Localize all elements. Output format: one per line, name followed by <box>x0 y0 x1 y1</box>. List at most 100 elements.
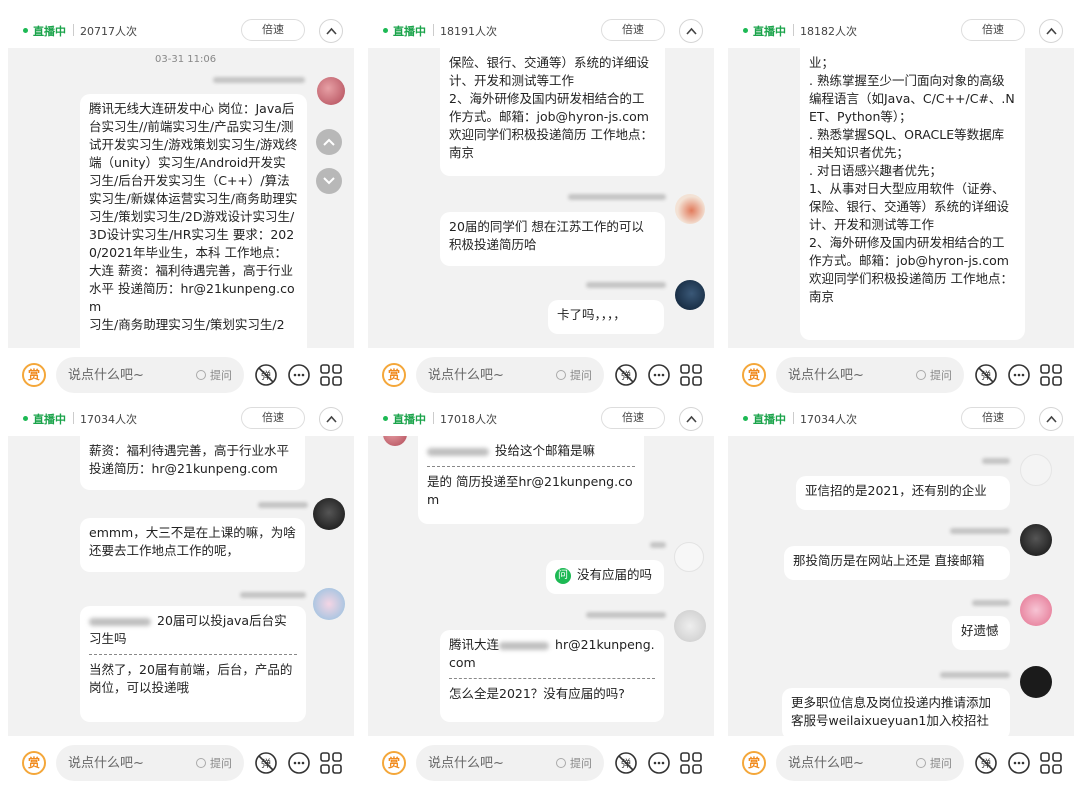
ask-toggle[interactable] <box>556 758 566 768</box>
reward-button[interactable]: 赏 <box>22 751 46 775</box>
speed-button[interactable]: 倍速 <box>601 19 665 41</box>
chat-area[interactable]: 投给这个邮箱是嘛 是的 简历投递至hr@21kunpeng.com 问没有应届的吗… <box>368 436 714 736</box>
avatar[interactable] <box>383 436 407 446</box>
panel-header: 直播中 17034人次 倍速 <box>728 402 1074 436</box>
sender-name-blurred <box>568 194 666 200</box>
chat-message: 20届的同学们 想在江苏工作的可以积极投递简历哈 <box>440 212 665 266</box>
collapse-button[interactable] <box>319 407 343 431</box>
viewer-count: 18191人次 <box>440 25 497 38</box>
divider <box>793 412 794 424</box>
avatar[interactable] <box>313 588 345 620</box>
ask-toggle[interactable] <box>916 370 926 380</box>
danmaku-toggle-icon[interactable]: 弹 <box>974 751 998 775</box>
comment-icon[interactable] <box>647 751 671 775</box>
reward-button[interactable]: 赏 <box>22 363 46 387</box>
live-dot-icon <box>743 28 748 33</box>
live-chat-panel-1: 直播中 20717人次 倍速 03-31 11:06 腾讯无线大连研发中心 岗位… <box>8 14 354 402</box>
grid-menu-icon[interactable] <box>679 363 703 387</box>
danmaku-toggle-icon[interactable]: 弹 <box>974 363 998 387</box>
ask-label: 提问 <box>930 757 952 770</box>
danmaku-toggle-icon[interactable]: 弹 <box>254 751 278 775</box>
danmaku-toggle-icon[interactable]: 弹 <box>614 363 638 387</box>
reward-button[interactable]: 赏 <box>742 751 766 775</box>
speed-button[interactable]: 倍速 <box>961 407 1025 429</box>
scroll-down-button[interactable] <box>316 168 342 194</box>
chevron-up-icon <box>326 27 337 35</box>
danmaku-toggle-icon[interactable]: 弹 <box>614 751 638 775</box>
reward-button[interactable]: 赏 <box>742 363 766 387</box>
quoted-question: 投给这个邮箱是嘛 <box>495 443 596 458</box>
comment-icon[interactable] <box>1007 363 1031 387</box>
input-bar: 赏 提问 弹 <box>728 348 1074 402</box>
ask-label: 提问 <box>570 757 592 770</box>
collapse-button[interactable] <box>679 407 703 431</box>
sender-name-blurred <box>586 282 666 288</box>
ask-toggle[interactable] <box>916 758 926 768</box>
chevron-up-icon <box>323 138 335 146</box>
reward-button[interactable]: 赏 <box>382 363 406 387</box>
live-dot-icon <box>383 416 388 421</box>
panel-header: 直播中 17034人次 倍速 <box>8 402 354 436</box>
ask-toggle[interactable] <box>556 370 566 380</box>
ask-toggle[interactable] <box>196 370 206 380</box>
comment-icon[interactable] <box>287 363 311 387</box>
divider <box>793 24 794 36</box>
scroll-up-button[interactable] <box>316 129 342 155</box>
avatar[interactable] <box>674 610 706 642</box>
chat-area[interactable]: 保险、银行、交通等）系统的详细设计、开发和测试等工作 2、海外研修及国内研发相结… <box>368 48 714 348</box>
viewer-count: 20717人次 <box>80 25 137 38</box>
input-bar: 赏 提问 弹 <box>368 736 714 790</box>
chat-message: emmm，大三不是在上课的嘛，为啥还要去工作地点工作的呢， <box>80 518 305 572</box>
collapse-button[interactable] <box>679 19 703 43</box>
avatar[interactable] <box>313 498 345 530</box>
grid-menu-icon[interactable] <box>319 751 343 775</box>
avatar[interactable] <box>1020 524 1052 556</box>
input-bar: 赏 提问 弹 <box>728 736 1074 790</box>
reward-button[interactable]: 赏 <box>382 751 406 775</box>
avatar[interactable] <box>317 77 345 105</box>
comment-icon[interactable] <box>1007 751 1031 775</box>
collapse-button[interactable] <box>1039 407 1063 431</box>
svg-text:弹: 弹 <box>261 757 271 770</box>
live-chat-panel-6: 直播中 17034人次 倍速 亚信招的是2021，还有别的企业 那投简历是在网站… <box>728 402 1074 790</box>
input-bar: 赏 提问 弹 <box>368 348 714 402</box>
panel-header: 直播中 18191人次 倍速 <box>368 14 714 48</box>
grid-menu-icon[interactable] <box>1039 751 1063 775</box>
ask-label: 提问 <box>570 369 592 382</box>
grid-menu-icon[interactable] <box>679 751 703 775</box>
chat-area[interactable]: 业； . 熟练掌握至少一门面向对象的高级编程语言（如Java、C/C++/C#、… <box>728 48 1074 348</box>
chevron-up-icon <box>686 415 697 423</box>
viewer-count: 17018人次 <box>440 413 497 426</box>
speed-button[interactable]: 倍速 <box>241 407 305 429</box>
comment-icon[interactable] <box>647 363 671 387</box>
comment-icon[interactable] <box>287 751 311 775</box>
speed-button[interactable]: 倍速 <box>961 19 1025 41</box>
avatar[interactable] <box>674 542 704 572</box>
chat-area[interactable]: 薪资：福利待遇完善，高于行业水平 投递简历：hr@21kunpeng.com e… <box>8 436 354 736</box>
chat-message: 亚信招的是2021，还有别的企业 <box>796 476 1010 510</box>
answer-text: 怎么全是2021？没有应届的吗? <box>449 686 625 701</box>
speed-button[interactable]: 倍速 <box>601 407 665 429</box>
avatar[interactable] <box>1020 594 1052 626</box>
chat-area[interactable]: 03-31 11:06 腾讯无线大连研发中心 岗位：Java后台实习生//前端实… <box>8 48 354 348</box>
ask-toggle[interactable] <box>196 758 206 768</box>
avatar[interactable] <box>1020 666 1052 698</box>
avatar[interactable] <box>675 280 705 310</box>
chat-message: 腾讯无线大连研发中心 岗位：Java后台实习生//前端实习生/产品实习生/测试开… <box>80 94 307 348</box>
chat-qa-message: 投给这个邮箱是嘛 是的 简历投递至hr@21kunpeng.com <box>418 436 644 524</box>
timestamp: 03-31 11:06 <box>155 54 217 65</box>
grid-menu-icon[interactable] <box>1039 363 1063 387</box>
panel-header: 直播中 20717人次 倍速 <box>8 14 354 48</box>
avatar[interactable] <box>675 194 705 224</box>
ask-label: 提问 <box>210 369 232 382</box>
collapse-button[interactable] <box>1039 19 1063 43</box>
divider <box>433 412 434 424</box>
avatar[interactable] <box>1020 454 1052 486</box>
live-status: 直播中 <box>753 25 786 38</box>
sender-name-blurred <box>240 592 306 598</box>
chat-area[interactable]: 亚信招的是2021，还有别的企业 那投简历是在网站上还是 直接邮箱 好遗憾 更多… <box>728 436 1074 736</box>
collapse-button[interactable] <box>319 19 343 43</box>
speed-button[interactable]: 倍速 <box>241 19 305 41</box>
danmaku-toggle-icon[interactable]: 弹 <box>254 363 278 387</box>
grid-menu-icon[interactable] <box>319 363 343 387</box>
